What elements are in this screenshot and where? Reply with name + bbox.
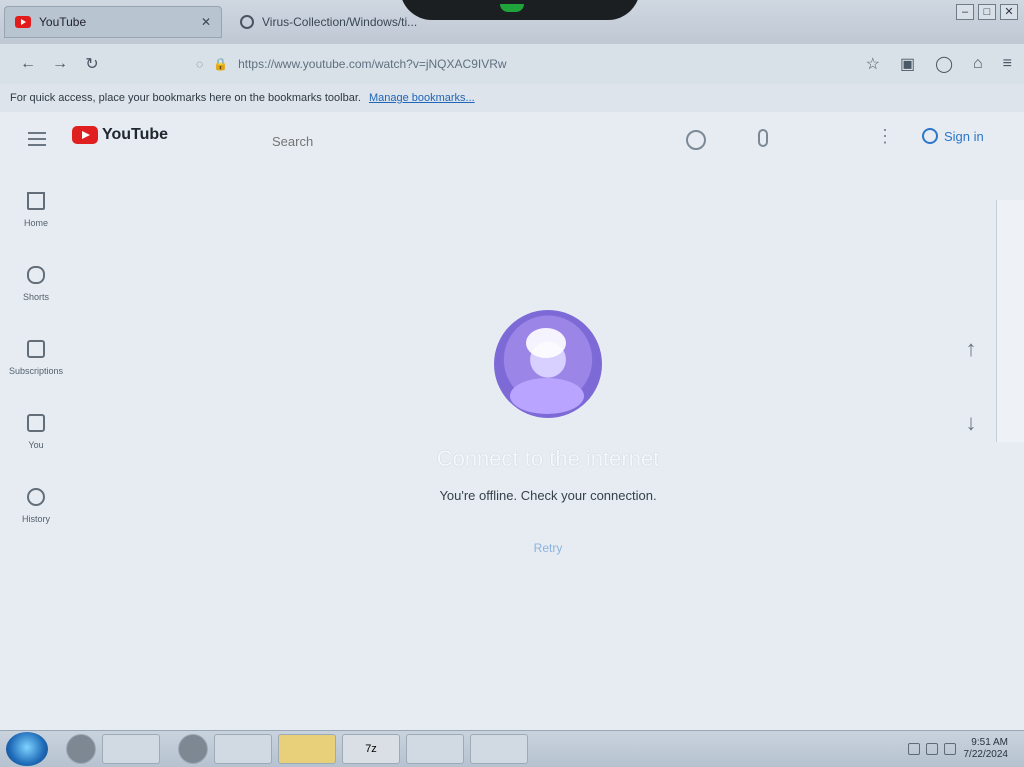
hamburger-menu-icon[interactable] xyxy=(28,132,46,146)
youtube-logo-icon xyxy=(72,126,98,144)
date: 7/22/2024 xyxy=(963,749,1009,760)
folder-icon[interactable] xyxy=(278,734,336,764)
browser-tabstrip: YouTube ✕ Virus-Collection/Windows/ti...… xyxy=(0,0,1024,44)
sidebar-item-you[interactable]: You xyxy=(0,408,72,482)
microphone-icon[interactable] xyxy=(758,129,768,147)
search-input[interactable] xyxy=(270,128,650,154)
close-window-icon[interactable]: ✕ xyxy=(1000,4,1018,20)
manage-bookmarks-link[interactable]: Manage bookmarks... xyxy=(369,92,475,104)
system-tray: 9:51 AM 7/22/2024 xyxy=(844,732,1024,766)
offline-title: Connect to the internet xyxy=(436,446,660,471)
battery-icon[interactable] xyxy=(943,743,956,755)
pocket-icon[interactable]: ▣ xyxy=(900,54,915,74)
chrome-icon[interactable] xyxy=(470,734,528,764)
youtube-guide-sidebar: Home Shorts Subscriptions You History xyxy=(0,186,72,556)
sidebar-item-subscriptions[interactable]: Subscriptions xyxy=(0,334,72,408)
history-icon xyxy=(27,488,45,506)
bookmarks-message: For quick access, place your bookmarks h… xyxy=(10,92,361,104)
office-icon[interactable] xyxy=(406,734,464,764)
scroll-up-icon[interactable]: ↑ xyxy=(956,336,986,366)
subscriptions-icon xyxy=(27,340,45,358)
7zip-icon[interactable]: 7z xyxy=(342,734,400,764)
navigation-toolbar: ← → ↻ ◌ 🔒 https://www.youtube.com/watch?… xyxy=(0,44,1024,84)
firefox-icon[interactable] xyxy=(214,734,272,764)
astronaut-illustration xyxy=(494,310,602,418)
toolbar-actions: ☆ ▣ ◯ ⌂ ≡ xyxy=(866,54,1012,74)
youtube-masthead: YouTube ⋮ Sign in xyxy=(0,124,1024,160)
maximize-icon[interactable]: □ xyxy=(978,4,996,20)
taskbar: 7z 9:51 AM 7/22/2024 xyxy=(0,730,1024,767)
shorts-icon xyxy=(27,266,45,284)
sidebar-item-label: Home xyxy=(23,218,48,228)
shield-icon: ◌ xyxy=(196,57,204,71)
youtube-logo[interactable]: YouTube xyxy=(72,126,168,144)
sidebar-item-label: Subscriptions xyxy=(8,366,64,376)
taskbar-app-icon[interactable] xyxy=(178,734,208,764)
network-icon[interactable] xyxy=(925,743,938,755)
sidebar-item-label: History xyxy=(21,514,50,524)
forward-icon[interactable]: → xyxy=(44,50,76,78)
sidebar-item-shorts[interactable]: Shorts xyxy=(0,260,72,334)
speaker-icon[interactable] xyxy=(907,743,920,755)
youtube-logo-text: YouTube xyxy=(102,126,169,143)
side-panel[interactable] xyxy=(996,200,1024,442)
top-notch xyxy=(400,0,640,20)
sidebar-item-label: You xyxy=(28,440,44,450)
user-icon xyxy=(922,128,938,144)
sidebar-item-history[interactable]: History xyxy=(0,482,72,556)
bookmark-star-icon[interactable]: ☆ xyxy=(866,54,880,74)
search-icon[interactable] xyxy=(686,130,706,150)
tray-icons xyxy=(907,743,956,755)
offline-message: Connect to the internet You're offline. … xyxy=(348,310,748,559)
clock[interactable]: 9:51 AM 7/22/2024 xyxy=(964,737,1009,761)
sidebar-item-home[interactable]: Home xyxy=(0,186,72,260)
close-icon[interactable]: ✕ xyxy=(201,15,211,29)
offline-subtitle: You're offline. Check your connection. xyxy=(439,488,657,503)
address-bar[interactable]: ◌ 🔒 https://www.youtube.com/watch?v=jNQX… xyxy=(196,50,736,78)
sidebar-item-label: Shorts xyxy=(22,292,49,302)
tab-title: YouTube xyxy=(39,15,87,29)
home-icon xyxy=(27,192,45,210)
bookmarks-toolbar: For quick access, place your bookmarks h… xyxy=(0,84,1024,112)
youtube-page: YouTube ⋮ Sign in Home Shorts Subscripti… xyxy=(0,112,1024,730)
media-player-icon[interactable] xyxy=(102,734,160,764)
status-led-icon xyxy=(500,4,524,12)
scroll-down-icon[interactable]: ↓ xyxy=(956,410,986,440)
extensions-icon[interactable]: ⌂ xyxy=(973,55,983,73)
menu-icon[interactable]: ≡ xyxy=(1003,55,1012,73)
reload-icon[interactable]: ↻ xyxy=(76,50,108,78)
more-options-icon[interactable]: ⋮ xyxy=(876,126,894,147)
back-icon[interactable]: ← xyxy=(12,50,44,78)
taskbar-app-icon[interactable] xyxy=(66,734,96,764)
tab-youtube[interactable]: YouTube ✕ xyxy=(4,6,222,38)
window-controls: – □ ✕ xyxy=(956,4,1018,20)
you-icon xyxy=(27,414,45,432)
sign-in-button[interactable]: Sign in xyxy=(922,128,984,144)
github-favicon-icon xyxy=(240,15,254,29)
sign-in-label: Sign in xyxy=(944,128,984,144)
lock-icon: 🔒 xyxy=(213,57,229,71)
url-text[interactable]: https://www.youtube.com/watch?v=jNQXAC9I… xyxy=(238,57,506,71)
youtube-favicon-icon xyxy=(15,16,31,28)
start-button[interactable] xyxy=(6,732,48,766)
retry-button[interactable]: Retry xyxy=(526,537,571,559)
minimize-icon[interactable]: – xyxy=(956,4,974,20)
time: 9:51 AM xyxy=(971,737,1008,748)
tab-title: Virus-Collection/Windows/ti... xyxy=(262,15,418,29)
account-icon[interactable]: ◯ xyxy=(935,54,953,74)
